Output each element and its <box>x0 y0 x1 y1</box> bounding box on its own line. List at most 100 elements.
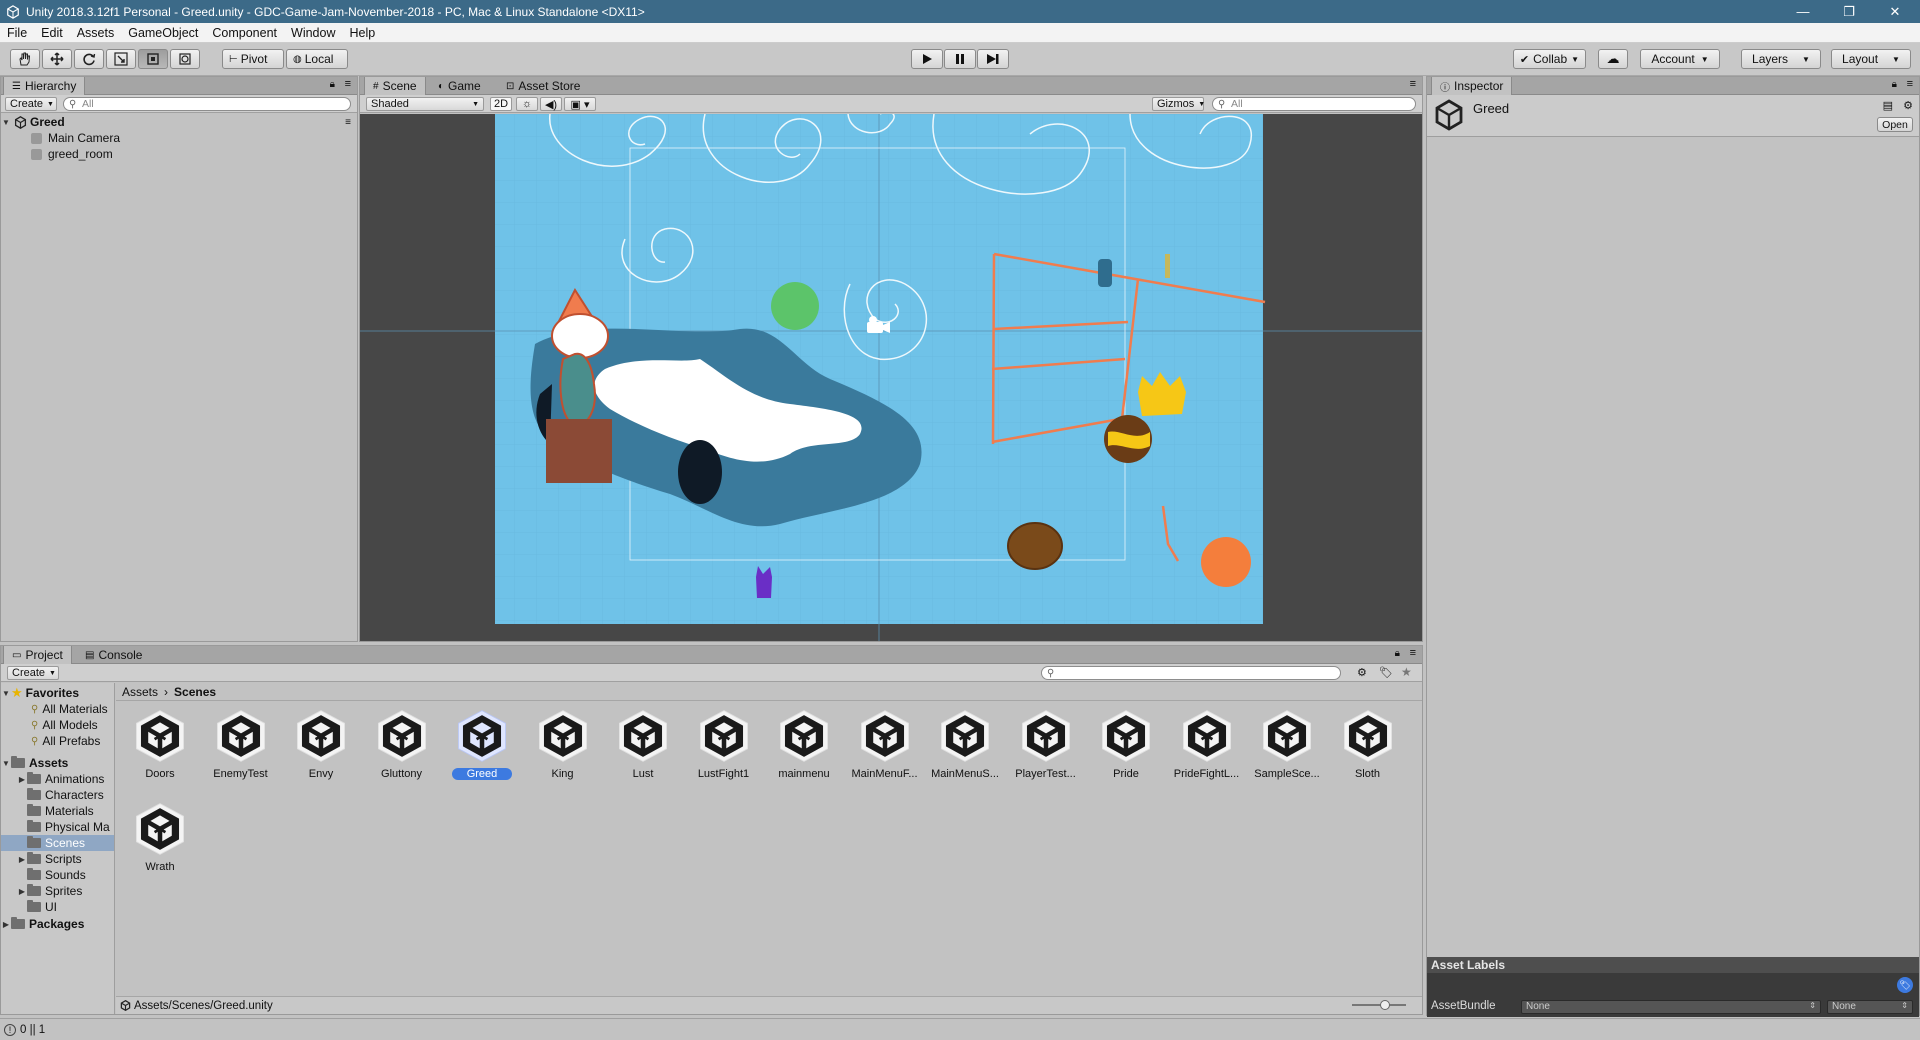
asset-bundle-variant-dropdown[interactable]: None ⇕ <box>1827 1000 1913 1014</box>
asset-bundle-dropdown[interactable]: None ⇕ <box>1521 1000 1821 1014</box>
scene-asset[interactable]: Doors <box>120 707 200 787</box>
filter-type-icon[interactable]: ⚙ <box>1357 666 1367 679</box>
expand-arrow-icon[interactable]: ▶ <box>17 855 27 864</box>
project-create-dropdown[interactable]: Create ▼ <box>7 666 59 680</box>
scene-asset[interactable]: Pride <box>1086 707 1166 787</box>
rect-tool-button[interactable] <box>138 49 168 69</box>
move-tool-button[interactable] <box>42 49 72 69</box>
assets-root-row[interactable]: ▼ Assets <box>1 755 114 771</box>
scene-asset[interactable]: Envy <box>281 707 361 787</box>
scene-asset[interactable]: LustFight1 <box>684 707 764 787</box>
gear-icon[interactable]: ⚙ <box>1903 99 1913 112</box>
help-book-icon[interactable]: ▤ <box>1883 99 1893 112</box>
tab-asset-store[interactable]: ⊡ Asset Store <box>498 77 588 95</box>
tab-hierarchy[interactable]: ☰ Hierarchy <box>3 77 86 95</box>
layout-dropdown[interactable]: Layout ▼ <box>1831 49 1911 69</box>
tab-console[interactable]: ▤ Console <box>77 646 150 664</box>
rotate-tool-button[interactable] <box>74 49 104 69</box>
folder-item[interactable]: Characters <box>1 787 114 803</box>
favorite-item[interactable]: ⚲ All Prefabs <box>1 733 114 749</box>
tab-scene[interactable]: # Scene <box>364 77 426 95</box>
open-button[interactable]: Open <box>1877 117 1913 132</box>
pause-button[interactable] <box>944 49 976 69</box>
scene-asset[interactable]: King <box>523 707 603 787</box>
local-toggle[interactable]: ◍ Local <box>286 49 348 69</box>
collab-dropdown[interactable]: ✔ Collab ▼ <box>1513 49 1586 69</box>
scene-asset[interactable]: MainMenuF... <box>845 707 925 787</box>
menu-edit[interactable]: Edit <box>34 26 70 40</box>
scene-asset[interactable]: Lust <box>603 707 683 787</box>
breadcrumb-scenes[interactable]: Scenes <box>174 685 216 699</box>
lock-icon[interactable]: 🔒︎ <box>1395 648 1400 659</box>
expand-arrow-icon[interactable]: ▶ <box>1 920 11 929</box>
folder-item[interactable]: Physical Ma <box>1 819 114 835</box>
tab-game[interactable]: ◐ Game <box>430 77 489 95</box>
expand-arrow-icon[interactable]: ▶ <box>17 887 27 896</box>
minimize-button[interactable]: — <box>1780 0 1826 23</box>
scene-asset[interactable]: Wrath <box>120 800 200 880</box>
expand-arrow-icon[interactable]: ▼ <box>1 689 11 698</box>
favorite-star-icon[interactable]: ★ <box>1401 665 1412 679</box>
folder-item[interactable]: Sounds <box>1 867 114 883</box>
folder-item[interactable]: Materials <box>1 803 114 819</box>
scene-asset[interactable]: MainMenuS... <box>925 707 1005 787</box>
step-button[interactable] <box>977 49 1009 69</box>
menu-help[interactable]: Help <box>342 26 382 40</box>
expand-arrow-icon[interactable]: ▼ <box>1 759 11 768</box>
scene-menu-icon[interactable]: ≡ <box>345 117 351 128</box>
favorite-item[interactable]: ⚲ All Materials <box>1 701 114 717</box>
lock-icon[interactable]: 🔒︎ <box>1892 79 1897 90</box>
hierarchy-item[interactable]: Main Camera <box>1 130 357 146</box>
packages-row[interactable]: ▶ Packages <box>1 916 114 932</box>
scene-asset-selected[interactable]: Greed <box>442 707 522 787</box>
audio-toggle[interactable]: ◀) <box>540 97 562 111</box>
play-button[interactable] <box>911 49 943 69</box>
scale-tool-button[interactable] <box>106 49 136 69</box>
scene-root-row[interactable]: ▼ Greed ≡ <box>1 114 357 130</box>
hierarchy-create-dropdown[interactable]: Create ▼ <box>5 97 57 111</box>
tab-inspector[interactable]: ⓘ Inspector <box>1431 77 1513 95</box>
scene-search-input[interactable]: ⚲ All <box>1212 97 1416 111</box>
restore-button[interactable]: ❐ <box>1826 0 1872 23</box>
folder-item[interactable]: ▶ Scripts <box>1 851 114 867</box>
icon-size-slider[interactable] <box>1352 1000 1406 1010</box>
folder-item[interactable]: ▶ Animations <box>1 771 114 787</box>
transform-tool-button[interactable] <box>170 49 200 69</box>
folder-item[interactable]: UI <box>1 899 114 915</box>
panel-menu-icon[interactable]: ≡ <box>1410 647 1416 659</box>
slider-thumb[interactable] <box>1380 1000 1390 1010</box>
scene-asset[interactable]: EnemyTest <box>201 707 281 787</box>
scene-asset[interactable]: Gluttony <box>362 707 442 787</box>
filter-label-icon[interactable]: 🏷︎ <box>1379 666 1393 679</box>
scene-asset[interactable]: Sloth <box>1328 707 1408 787</box>
cloud-button[interactable]: ☁ <box>1598 49 1628 69</box>
menu-file[interactable]: File <box>0 26 34 40</box>
shading-dropdown[interactable]: Shaded ▼ <box>366 97 484 111</box>
lighting-toggle[interactable]: ☼ <box>516 97 538 111</box>
tag-icon[interactable]: 🏷︎ <box>1897 977 1913 993</box>
panel-menu-icon[interactable]: ≡ <box>1410 78 1416 90</box>
close-button[interactable]: ✕ <box>1872 0 1918 23</box>
favorites-row[interactable]: ▼ ★ Favorites <box>1 685 114 701</box>
panel-menu-icon[interactable]: ≡ <box>345 78 351 90</box>
scene-viewport[interactable] <box>360 114 1422 641</box>
breadcrumb-assets[interactable]: Assets <box>122 685 158 699</box>
scene-asset[interactable]: PlayerTest... <box>1006 707 1086 787</box>
gizmos-dropdown[interactable]: Gizmos ▼ <box>1152 97 1205 111</box>
favorite-item[interactable]: ⚲ All Models <box>1 717 114 733</box>
effects-dropdown[interactable]: ▣ ▾ <box>564 97 596 111</box>
lock-icon[interactable]: 🔒︎ <box>330 79 335 90</box>
folder-item-selected[interactable]: Scenes <box>1 835 114 851</box>
tab-project[interactable]: ▭ Project <box>3 646 72 664</box>
menu-window[interactable]: Window <box>284 26 342 40</box>
hand-tool-button[interactable] <box>10 49 40 69</box>
expand-arrow-icon[interactable]: ▶ <box>17 775 27 784</box>
folder-item[interactable]: ▶ Sprites <box>1 883 114 899</box>
menu-component[interactable]: Component <box>205 26 284 40</box>
menu-assets[interactable]: Assets <box>70 26 122 40</box>
project-search-input[interactable]: ⚲ <box>1041 666 1341 680</box>
layers-dropdown[interactable]: Layers ▼ <box>1741 49 1821 69</box>
2d-toggle[interactable]: 2D <box>490 97 512 111</box>
scene-asset[interactable]: PrideFightL... <box>1167 707 1247 787</box>
scene-asset[interactable]: SampleSce... <box>1247 707 1327 787</box>
